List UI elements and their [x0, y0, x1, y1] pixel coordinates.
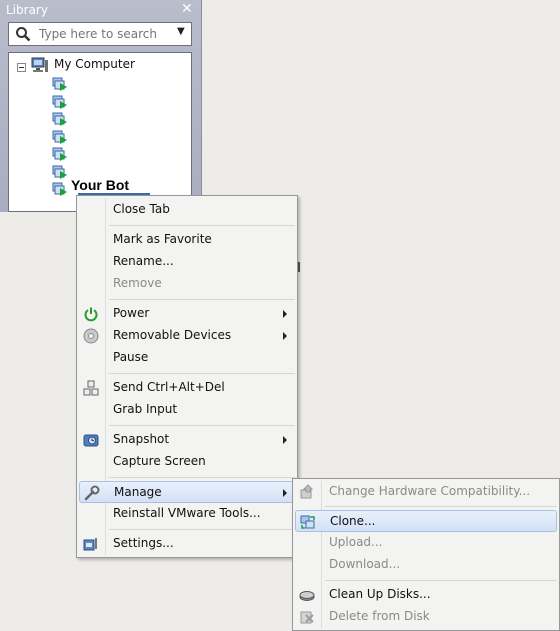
library-panel: Library ✕ ▼ My Computer Your Bot [0, 0, 202, 212]
menu-item-remove[interactable]: Remove [79, 273, 295, 295]
menu-separator [109, 477, 295, 478]
vm-icon[interactable] [52, 165, 68, 180]
manage-submenu: Change Hardware Compatibility... Clone..… [292, 478, 560, 631]
disc-icon [83, 328, 99, 344]
menu-item-label: Settings... [113, 536, 174, 550]
menu-item-label: Power [113, 306, 150, 320]
snapshot-icon [83, 434, 99, 447]
menu-item-change-hw-compat[interactable]: Change Hardware Compatibility... [295, 481, 557, 503]
vm-icon[interactable] [52, 77, 68, 92]
submenu-arrow-icon [283, 489, 287, 497]
tree-item-my-computer[interactable]: My Computer [54, 57, 135, 71]
menu-item-label: Removable Devices [113, 328, 232, 342]
chevron-down-icon[interactable]: ▼ [177, 26, 185, 37]
menu-item-rename[interactable]: Rename... [79, 251, 295, 273]
context-menu: Close Tab Mark as Favorite Rename... Rem… [76, 195, 298, 558]
power-icon [84, 307, 98, 322]
menu-item-pause[interactable]: Pause [79, 347, 295, 369]
wrench-icon [84, 485, 100, 501]
menu-item-label: Pause [113, 350, 149, 364]
menu-item-grab-input[interactable]: Grab Input [79, 399, 295, 421]
close-icon[interactable]: ✕ [181, 1, 193, 17]
menu-item-label: Rename... [113, 254, 174, 268]
menu-item-label: Remove [113, 276, 162, 290]
menu-item-mark-favorite[interactable]: Mark as Favorite [79, 229, 295, 251]
menu-item-delete-from-disk[interactable]: Delete from Disk [295, 606, 557, 628]
disk-cleanup-icon [299, 591, 315, 601]
submenu-arrow-icon [283, 436, 287, 444]
menu-item-power[interactable]: Power [79, 303, 295, 325]
menu-item-label: Download... [329, 557, 401, 571]
hardware-upgrade-icon [300, 484, 314, 499]
menu-separator [325, 580, 557, 581]
search-box[interactable]: ▼ [8, 22, 192, 46]
menu-item-settings[interactable]: Settings... [79, 533, 295, 555]
submenu-arrow-icon [283, 332, 287, 340]
menu-item-label: Clone... [330, 514, 376, 528]
menu-item-label: Reinstall VMware Tools... [113, 506, 261, 520]
menu-item-label: Capture Screen [113, 454, 206, 468]
menu-item-manage[interactable]: Manage [79, 481, 295, 503]
menu-separator [109, 425, 295, 426]
menu-item-download[interactable]: Download... [295, 554, 557, 576]
menu-item-label: Snapshot [113, 432, 170, 446]
menu-item-clone[interactable]: Clone... [295, 510, 557, 532]
menu-item-removable-devices[interactable]: Removable Devices [79, 325, 295, 347]
tree-item-your-bot[interactable]: Your Bot [71, 177, 129, 193]
menu-separator [109, 299, 295, 300]
menu-item-label: Delete from Disk [329, 609, 430, 623]
menu-item-upload[interactable]: Upload... [295, 532, 557, 554]
menu-item-label: Mark as Favorite [113, 232, 212, 246]
library-title: Library [6, 3, 48, 17]
menu-item-send-ctrl-alt-del[interactable]: Send Ctrl+Alt+Del [79, 377, 295, 399]
menu-item-label: Upload... [329, 535, 383, 549]
library-tree: My Computer Your Bot [8, 52, 192, 212]
submenu-arrow-icon [283, 310, 287, 318]
menu-separator [109, 225, 295, 226]
menu-item-label: Grab Input [113, 402, 178, 416]
vm-icon[interactable] [52, 112, 68, 127]
collapse-toggle[interactable] [17, 63, 26, 72]
menu-separator [109, 373, 295, 374]
vm-icon[interactable] [52, 182, 68, 197]
menu-item-label: Change Hardware Compatibility... [329, 484, 531, 498]
keyboard-keys-icon [83, 380, 99, 396]
vm-icon[interactable] [52, 95, 68, 110]
menu-item-snapshot[interactable]: Snapshot [79, 429, 295, 451]
settings-icon [83, 538, 97, 551]
menu-item-reinstall-tools[interactable]: Reinstall VMware Tools... [79, 503, 295, 525]
menu-separator [109, 529, 295, 530]
delete-disk-icon [300, 611, 314, 624]
clone-icon [300, 515, 315, 529]
menu-item-label: Send Ctrl+Alt+Del [113, 380, 225, 394]
background-fragment [298, 262, 300, 272]
computer-icon [31, 57, 48, 72]
search-input[interactable] [39, 26, 169, 42]
vm-icon[interactable] [52, 130, 68, 145]
menu-item-label: Clean Up Disks... [329, 587, 431, 601]
menu-item-label: Manage [114, 485, 162, 499]
menu-item-label: Close Tab [113, 202, 170, 216]
search-icon [16, 27, 31, 42]
vm-icon[interactable] [52, 147, 68, 162]
menu-separator [325, 506, 557, 507]
menu-item-clean-up-disks[interactable]: Clean Up Disks... [295, 584, 557, 606]
menu-item-capture-screen[interactable]: Capture Screen [79, 451, 295, 473]
menu-item-close-tab[interactable]: Close Tab [79, 199, 295, 221]
